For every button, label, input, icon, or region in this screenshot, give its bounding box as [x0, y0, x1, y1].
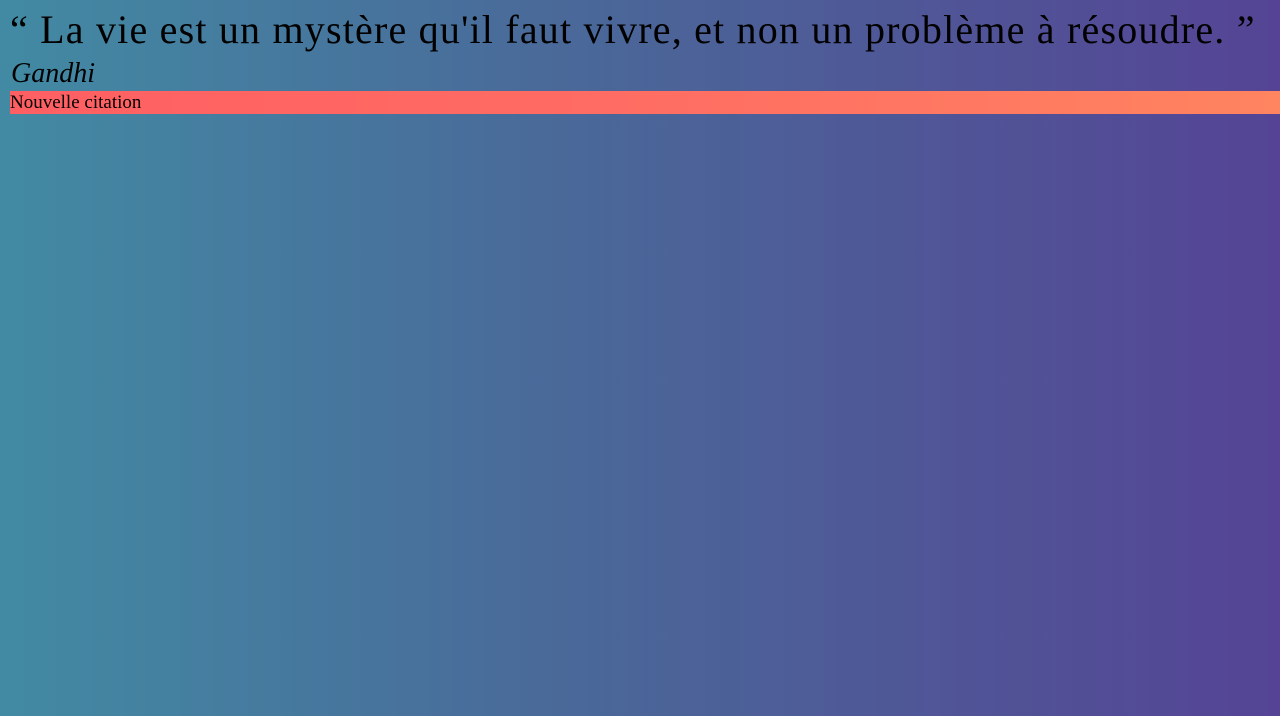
quote-text: “ La vie est un mystère qu'il faut vivre…: [10, 6, 1256, 54]
new-quote-button[interactable]: Nouvelle citation: [10, 91, 1280, 114]
quote-body: La vie est un mystère qu'il faut vivre, …: [40, 7, 1226, 52]
open-quote-mark: “: [10, 7, 29, 52]
quote-author: Gandhi: [11, 58, 95, 89]
close-quote-mark: ”: [1236, 7, 1256, 52]
